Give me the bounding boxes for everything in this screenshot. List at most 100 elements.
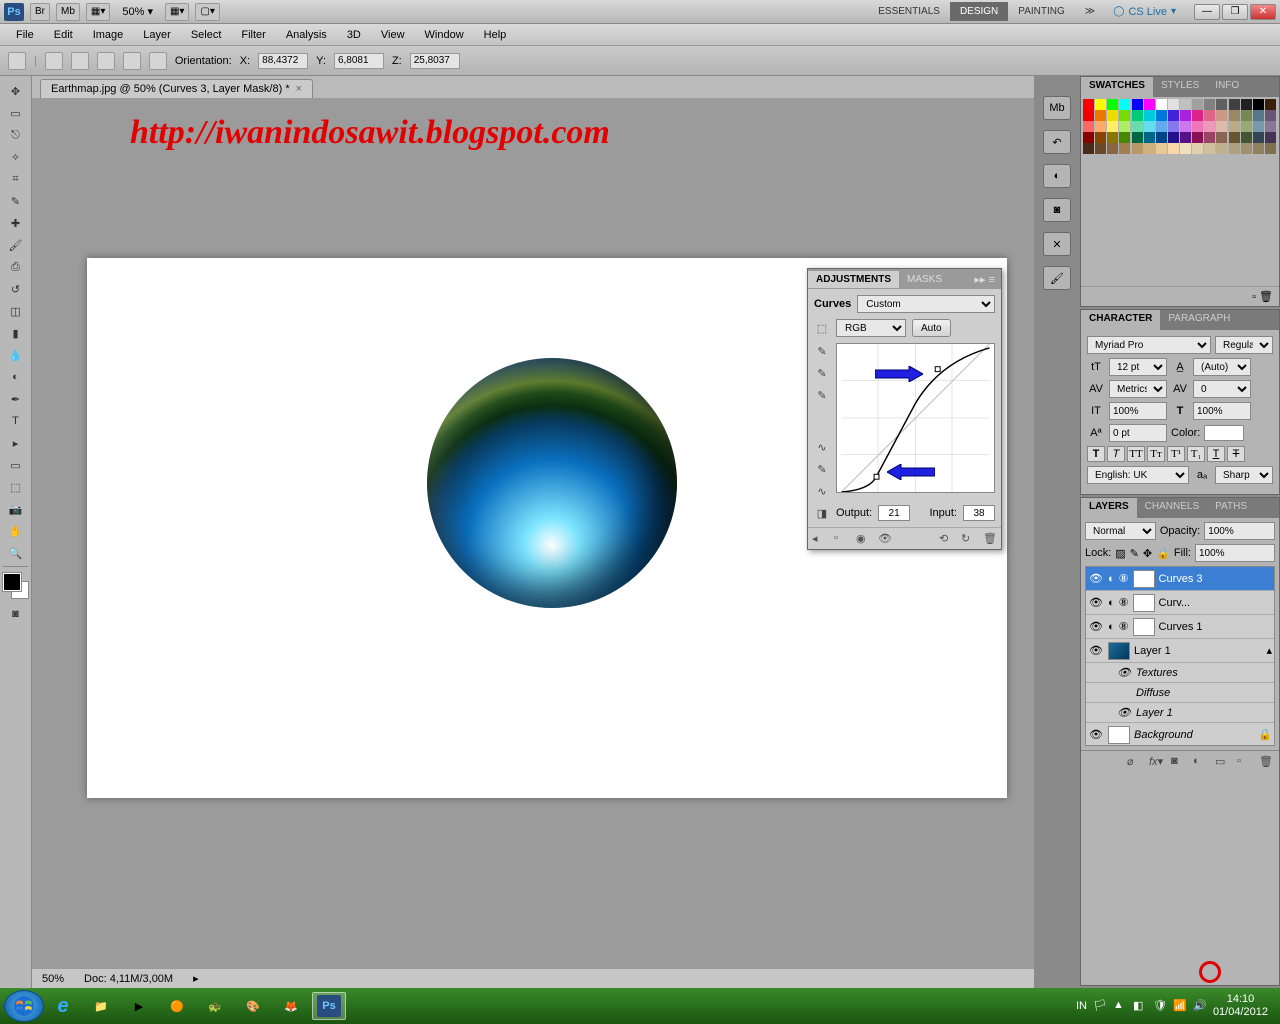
tab-swatches[interactable]: SWATCHES <box>1081 77 1153 97</box>
quickmask-icon[interactable]: ◙ <box>4 603 28 625</box>
menu-filter[interactable]: Filter <box>231 26 275 44</box>
app1-taskbar-icon[interactable]: 🟠 <box>160 992 194 1020</box>
swatch[interactable] <box>1083 132 1094 143</box>
layer-effect-row[interactable]: Diffuse <box>1086 683 1274 703</box>
swatch[interactable] <box>1119 110 1130 121</box>
swatch[interactable] <box>1216 110 1227 121</box>
swatch[interactable] <box>1119 99 1130 110</box>
zoom-level[interactable]: 50% ▾ <box>116 5 159 18</box>
hand-tool-icon[interactable]: ✋ <box>4 520 28 542</box>
swatch[interactable] <box>1180 99 1191 110</box>
3d-camera-icon[interactable]: 📷 <box>4 498 28 520</box>
history-brush-icon[interactable]: ↺ <box>4 278 28 300</box>
crop-tool-icon[interactable]: ⌗ <box>4 168 28 190</box>
font-family-select[interactable]: Myriad Pro <box>1087 336 1211 354</box>
sampler-icon[interactable]: ✎ <box>814 343 830 359</box>
shape-tool-icon[interactable]: ▭ <box>4 454 28 476</box>
tab-info[interactable]: INFO <box>1207 77 1247 97</box>
swatch[interactable] <box>1083 121 1094 132</box>
tab-adjustments[interactable]: ADJUSTMENTS <box>808 271 899 288</box>
blend-mode-select[interactable]: Normal <box>1085 522 1156 540</box>
swatch[interactable] <box>1132 143 1143 154</box>
tab-masks[interactable]: MASKS <box>899 271 950 288</box>
fill-field[interactable] <box>1195 544 1275 562</box>
swatch[interactable] <box>1095 132 1106 143</box>
tab-channels[interactable]: CHANNELS <box>1137 498 1207 518</box>
foreground-color-icon[interactable] <box>3 573 21 591</box>
swatch[interactable] <box>1119 143 1130 154</box>
swatch[interactable] <box>1168 132 1179 143</box>
new-swatch-icon[interactable]: ▫ <box>1252 291 1256 303</box>
swatch[interactable] <box>1119 121 1130 132</box>
app2-taskbar-icon[interactable]: 🐢 <box>198 992 232 1020</box>
lock-pixels-icon[interactable]: ✎ <box>1130 547 1139 560</box>
firefox-taskbar-icon[interactable]: 🦊 <box>274 992 308 1020</box>
tray-shield-icon[interactable]: 🛡 <box>1153 999 1167 1013</box>
roll-icon[interactable] <box>71 52 89 70</box>
menu-window[interactable]: Window <box>415 26 474 44</box>
canvas-area[interactable]: http://iwanindosawit.blogspot.com ADJUST… <box>32 98 1034 968</box>
z-field[interactable] <box>410 53 460 69</box>
layer-row[interactable]: 👁 Layer 1 ▴ <box>1086 639 1274 663</box>
swatch[interactable] <box>1083 143 1094 154</box>
sampler-plus-icon[interactable]: ✎ <box>814 365 830 381</box>
close-tab-icon[interactable]: × <box>296 83 302 95</box>
kerning-select[interactable]: Metrics <box>1109 380 1167 398</box>
swatch[interactable] <box>1132 110 1143 121</box>
swatch[interactable] <box>1204 121 1215 132</box>
paint-taskbar-icon[interactable]: 🎨 <box>236 992 270 1020</box>
font-style-select[interactable]: Regular <box>1215 336 1273 354</box>
ie-taskbar-icon[interactable]: e <box>46 992 80 1020</box>
swatch[interactable] <box>1168 121 1179 132</box>
zoom-status[interactable]: 50% <box>42 973 64 985</box>
swatch[interactable] <box>1132 132 1143 143</box>
eraser-tool-icon[interactable]: ◫ <box>4 300 28 322</box>
layer-thumb[interactable] <box>1108 642 1130 660</box>
layers-list[interactable]: 👁 ◐ ⑧ Curves 3 👁 ◐⑧ Curv... 👁 ◐⑧ <box>1085 566 1275 746</box>
minibridge-dock-icon[interactable]: Mb <box>1043 96 1071 120</box>
healing-tool-icon[interactable]: ✚ <box>4 212 28 234</box>
language-select[interactable]: English: UK <box>1087 466 1189 484</box>
swatch[interactable] <box>1229 110 1240 121</box>
swatch[interactable] <box>1144 121 1155 132</box>
swatch[interactable] <box>1107 110 1118 121</box>
workspace-essentials[interactable]: ESSENTIALS <box>868 2 950 21</box>
opacity-field[interactable] <box>1204 522 1275 540</box>
mask-thumb[interactable] <box>1133 570 1155 588</box>
menu-image[interactable]: Image <box>83 26 134 44</box>
antialias-select[interactable]: Sharp <box>1215 466 1273 484</box>
vscale-field[interactable] <box>1109 402 1167 420</box>
swatch[interactable] <box>1156 110 1167 121</box>
swatch[interactable] <box>1156 132 1167 143</box>
wand-tool-icon[interactable]: ✧ <box>4 146 28 168</box>
underline-button[interactable]: T <box>1207 446 1225 462</box>
curves-graph[interactable] <box>836 343 995 493</box>
allcaps-button[interactable]: TT <box>1127 446 1145 462</box>
move-tool-icon[interactable]: ✥ <box>4 80 28 102</box>
swatch[interactable] <box>1216 99 1227 110</box>
swatch[interactable] <box>1204 110 1215 121</box>
swatch[interactable] <box>1192 99 1203 110</box>
tray-wifi-icon[interactable]: 📶 <box>1173 999 1187 1013</box>
tray-app-icon[interactable]: ◧ <box>1133 999 1147 1013</box>
start-button[interactable] <box>4 990 44 1022</box>
swatch[interactable] <box>1229 99 1240 110</box>
swatch[interactable] <box>1204 132 1215 143</box>
tab-styles[interactable]: STYLES <box>1153 77 1207 97</box>
swatch[interactable] <box>1192 132 1203 143</box>
delete-swatch-icon[interactable]: 🗑 <box>1259 291 1273 303</box>
swatch[interactable] <box>1107 121 1118 132</box>
text-color-swatch[interactable] <box>1204 425 1244 441</box>
language-indicator[interactable]: IN <box>1076 1000 1087 1012</box>
curves-preset-select[interactable]: Custom <box>857 295 995 313</box>
swatch[interactable] <box>1265 143 1276 154</box>
rotate-icon[interactable] <box>45 52 63 70</box>
swatch[interactable] <box>1241 99 1252 110</box>
swatch[interactable] <box>1119 132 1130 143</box>
smallcaps-button[interactable]: Tᴛ <box>1147 446 1165 462</box>
visibility-icon[interactable]: 👁 <box>878 532 892 546</box>
layer-row[interactable]: 👁 Background 🔒 <box>1086 723 1274 746</box>
swatch[interactable] <box>1192 143 1203 154</box>
menu-analysis[interactable]: Analysis <box>276 26 337 44</box>
curve-point-icon[interactable]: ∿ <box>814 439 830 455</box>
